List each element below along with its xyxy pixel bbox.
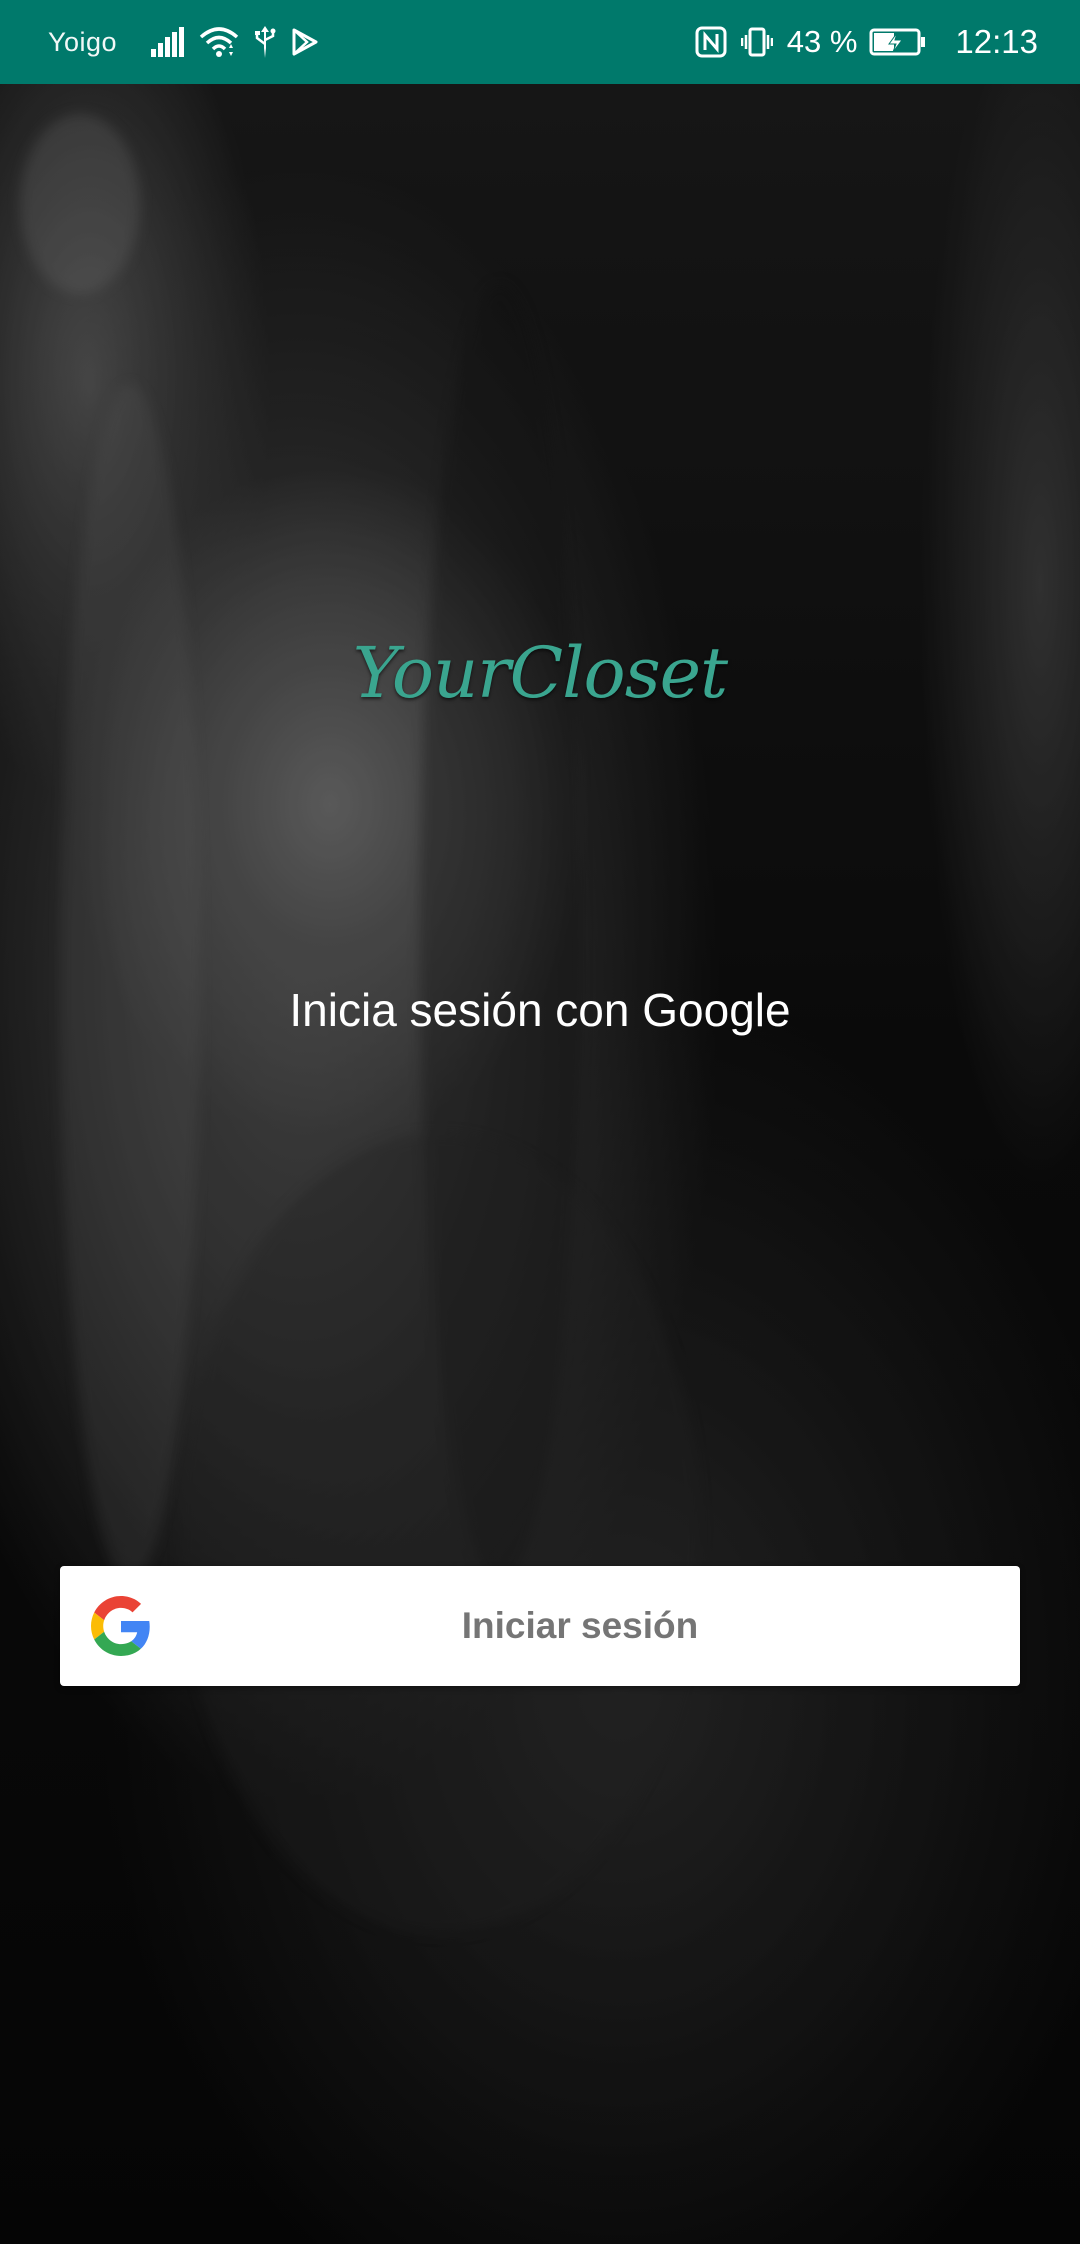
app-logo: YourCloset <box>352 632 728 714</box>
status-bar-left: Yoigo <box>48 26 333 58</box>
carrier-name: Yoigo <box>48 26 118 57</box>
google-signin-button[interactable]: Iniciar sesión <box>60 1566 1020 1686</box>
google-signin-button-label: Iniciar sesión <box>461 1605 699 1646</box>
nfc-icon <box>695 26 727 58</box>
vibrate-icon <box>740 26 773 58</box>
status-bar-right: 43 % 12:13 <box>695 23 1038 61</box>
google-icon <box>91 1596 150 1656</box>
photo-dim-overlay <box>0 84 1080 2244</box>
background-photo <box>0 84 1080 2244</box>
play-store-icon <box>291 28 319 56</box>
usb-icon <box>253 26 277 58</box>
battery-percent: 43 % <box>786 24 858 59</box>
status-clock: 12:13 <box>955 23 1038 60</box>
signal-icon <box>151 27 185 57</box>
wifi-icon <box>199 26 239 58</box>
status-bar: Yoigo 43 % 12:13 <box>0 0 1080 84</box>
login-screen: Yoigo 43 % 12:13 YourCloset Inicia sesió… <box>0 0 1080 2244</box>
battery-charging-icon <box>869 27 927 57</box>
signin-heading: Inicia sesión con Google <box>289 984 791 1036</box>
